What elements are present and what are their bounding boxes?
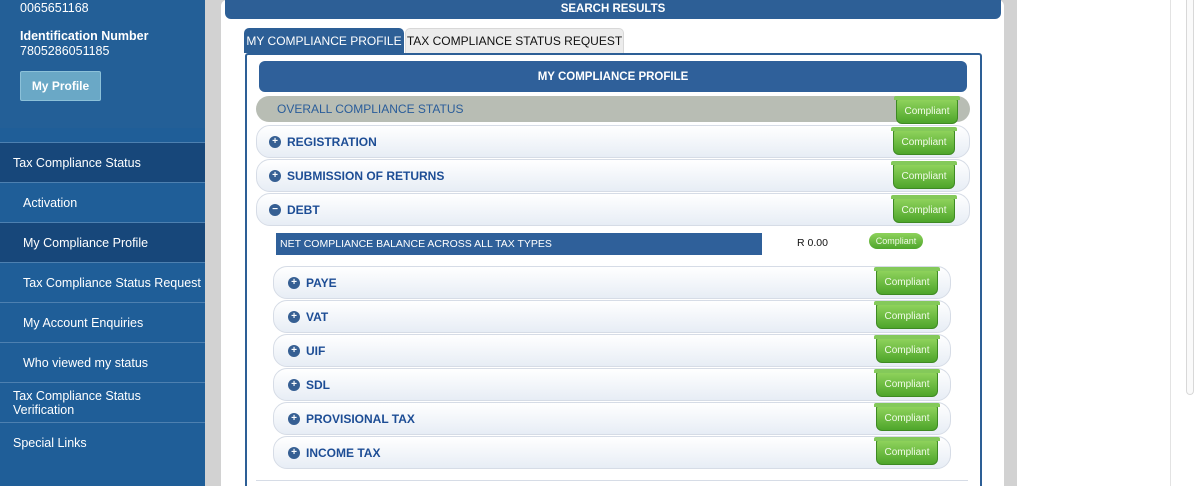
right-edge bbox=[1170, 0, 1200, 486]
user-summary: 0065651168 Identification Number 7805286… bbox=[0, 0, 205, 128]
expand-icon[interactable]: + bbox=[269, 135, 281, 148]
tax-type-label: SDL bbox=[306, 377, 330, 392]
section-debt[interactable]: − DEBT bbox=[256, 193, 970, 226]
nav-special-links[interactable]: Special Links bbox=[0, 422, 205, 462]
tax-type-income-tax[interactable]: + INCOME TAX bbox=[273, 436, 951, 469]
debt-status-badge: Compliant bbox=[891, 195, 957, 223]
tab-tax-compliance-status-request[interactable]: TAX COMPLIANCE STATUS REQUEST bbox=[405, 28, 624, 53]
section-registration[interactable]: + REGISTRATION bbox=[256, 125, 970, 158]
id-label: Identification Number bbox=[20, 29, 149, 43]
collapse-icon[interactable]: − bbox=[269, 203, 281, 216]
tax-type-vat[interactable]: + VAT bbox=[273, 300, 951, 333]
sidebar-nav: Tax Compliance Status Activation My Comp… bbox=[0, 142, 205, 462]
provisional-tax-status-badge: Compliant bbox=[874, 403, 940, 431]
id-value: 7805286051185 bbox=[20, 44, 110, 58]
net-balance-status-badge: Compliant bbox=[869, 233, 923, 249]
expand-icon[interactable]: + bbox=[288, 310, 300, 323]
sdl-status-badge: Compliant bbox=[874, 369, 940, 397]
tax-type-provisional-tax[interactable]: + PROVISIONAL TAX bbox=[273, 402, 951, 435]
registration-status-badge: Compliant bbox=[891, 127, 957, 155]
nav-my-account-enquiries[interactable]: My Account Enquiries bbox=[0, 302, 205, 342]
my-profile-button[interactable]: My Profile bbox=[20, 71, 101, 101]
tax-type-label: INCOME TAX bbox=[306, 445, 381, 460]
expand-icon[interactable]: + bbox=[288, 378, 300, 391]
income-tax-status-badge: Compliant bbox=[874, 437, 940, 465]
tax-type-sdl[interactable]: + SDL bbox=[273, 368, 951, 401]
profile-header: MY COMPLIANCE PROFILE bbox=[259, 61, 967, 92]
tax-type-label: PROVISIONAL TAX bbox=[306, 411, 415, 426]
overall-status-row: OVERALL COMPLIANCE STATUS bbox=[256, 96, 970, 122]
section-label: DEBT bbox=[287, 202, 320, 217]
paye-status-badge: Compliant bbox=[874, 267, 940, 295]
nav-my-compliance-profile[interactable]: My Compliance Profile bbox=[0, 222, 205, 262]
sidebar: 0065651168 Identification Number 7805286… bbox=[0, 0, 205, 486]
expand-icon[interactable]: + bbox=[269, 169, 281, 182]
nav-tax-compliance-status[interactable]: Tax Compliance Status bbox=[0, 142, 205, 182]
section-submission-of-returns[interactable]: + SUBMISSION OF RETURNS bbox=[256, 159, 970, 192]
tax-type-paye[interactable]: + PAYE bbox=[273, 266, 951, 299]
expand-icon[interactable]: + bbox=[288, 412, 300, 425]
expand-icon[interactable]: + bbox=[288, 344, 300, 357]
submission-status-badge: Compliant bbox=[891, 161, 957, 189]
net-balance-label: NET COMPLIANCE BALANCE ACROSS ALL TAX TY… bbox=[276, 233, 762, 255]
expand-icon[interactable]: + bbox=[288, 446, 300, 459]
expand-icon[interactable]: + bbox=[288, 276, 300, 289]
scrollbar[interactable] bbox=[1186, 0, 1194, 395]
nav-tax-compliance-status-request[interactable]: Tax Compliance Status Request bbox=[0, 262, 205, 302]
section-label: REGISTRATION bbox=[287, 134, 377, 149]
tax-type-uif[interactable]: + UIF bbox=[273, 334, 951, 367]
tax-type-label: VAT bbox=[306, 309, 329, 324]
overall-status-badge: Compliant bbox=[894, 96, 960, 124]
reference-number: 0065651168 bbox=[20, 1, 89, 15]
net-balance-value: R 0.00 bbox=[797, 237, 828, 249]
nav-activation[interactable]: Activation bbox=[0, 182, 205, 222]
page: 0065651168 Identification Number 7805286… bbox=[0, 0, 1200, 486]
section-label: SUBMISSION OF RETURNS bbox=[287, 168, 445, 183]
tax-type-label: PAYE bbox=[306, 275, 337, 290]
divider bbox=[256, 480, 968, 481]
nav-who-viewed-my-status[interactable]: Who viewed my status bbox=[0, 342, 205, 382]
nav-tax-compliance-status-verification[interactable]: Tax Compliance Status Verification bbox=[0, 382, 205, 422]
tax-type-label: UIF bbox=[306, 343, 326, 358]
search-results-title: SEARCH RESULTS bbox=[225, 0, 1001, 19]
overall-status-label: OVERALL COMPLIANCE STATUS bbox=[277, 102, 464, 116]
tab-my-compliance-profile[interactable]: MY COMPLIANCE PROFILE bbox=[244, 28, 404, 53]
vat-status-badge: Compliant bbox=[874, 301, 940, 329]
uif-status-badge: Compliant bbox=[874, 335, 940, 363]
